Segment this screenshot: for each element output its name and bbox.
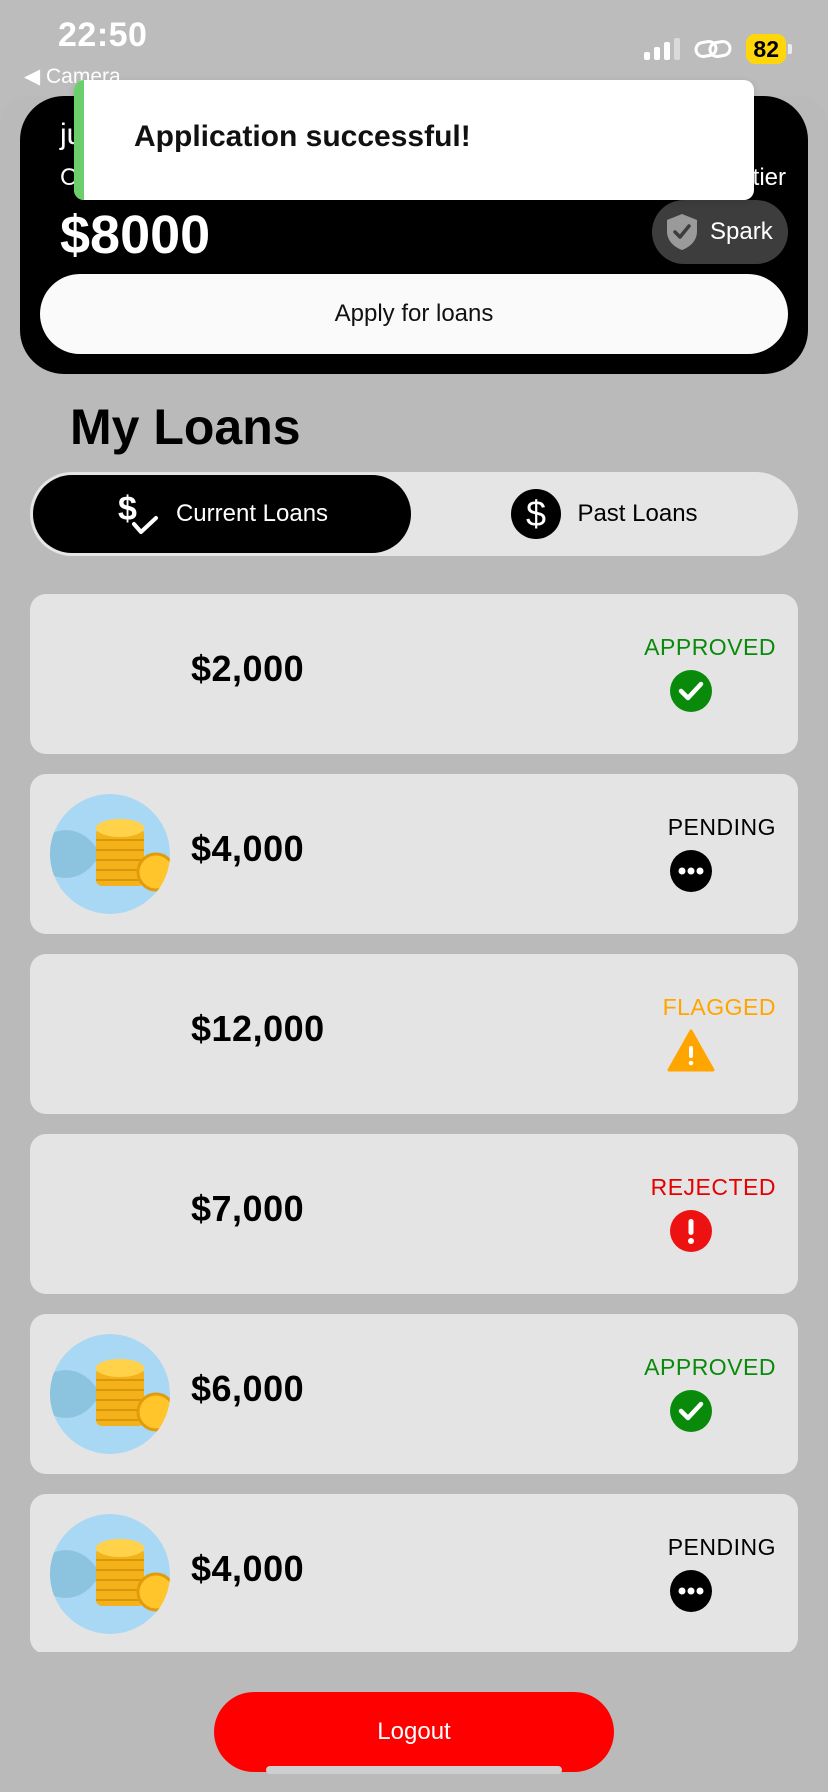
shield-check-icon bbox=[667, 214, 697, 250]
tier-name: Spark bbox=[710, 218, 773, 245]
loan-card[interactable]: $4,000 PENDING bbox=[30, 774, 798, 934]
page-title: My Loans bbox=[70, 399, 301, 455]
battery-icon: 82 bbox=[746, 34, 792, 64]
loan-amount: $4,000 bbox=[191, 828, 305, 869]
loan-tabs: $ Current Loans $ Past Loans bbox=[30, 472, 798, 556]
loan-list[interactable]: $2,000 APPROVED $4,000 PENDING $12,000 F… bbox=[30, 594, 798, 1652]
loan-card[interactable]: $2,000 APPROVED bbox=[30, 594, 798, 754]
loan-amount: $6,000 bbox=[191, 1368, 305, 1409]
loan-card[interactable]: $7,000 REJECTED bbox=[30, 1134, 798, 1294]
loan-status: PENDING bbox=[606, 1534, 776, 1613]
link-icon bbox=[694, 39, 732, 59]
success-toast: Application successful! bbox=[74, 80, 754, 200]
loan-status-text: APPROVED bbox=[644, 1354, 776, 1380]
signal-icon bbox=[644, 38, 681, 60]
loan-status: FLAGGED bbox=[606, 994, 776, 1073]
ellipsis-circle-icon bbox=[670, 1570, 712, 1612]
ellipsis-circle-icon bbox=[670, 850, 712, 892]
tab-current-loans-label: Current Loans bbox=[175, 500, 329, 527]
loan-status: PENDING bbox=[606, 814, 776, 893]
home-indicator bbox=[266, 1766, 562, 1774]
check-circle-icon bbox=[670, 1390, 712, 1432]
loan-amount: $12,000 bbox=[191, 1008, 325, 1049]
loan-status-text: PENDING bbox=[667, 1534, 776, 1560]
coins-image bbox=[50, 1334, 170, 1454]
battery-level: 82 bbox=[746, 34, 786, 64]
toast-accent-bar bbox=[74, 80, 84, 200]
credit-amount: $8000 bbox=[60, 205, 211, 265]
dollar-circle-icon: $ bbox=[511, 489, 562, 539]
loan-status-text: REJECTED bbox=[650, 1174, 776, 1200]
tier-label: tier bbox=[752, 164, 786, 191]
loan-status: APPROVED bbox=[606, 1354, 776, 1433]
check-circle-icon bbox=[670, 670, 712, 712]
loan-status-text: FLAGGED bbox=[662, 994, 776, 1020]
loan-status-text: PENDING bbox=[667, 814, 776, 840]
svg-text:$: $ bbox=[526, 495, 546, 533]
warning-triangle-icon bbox=[667, 1029, 715, 1072]
loan-status: APPROVED bbox=[606, 634, 776, 713]
status-time: 22:50 bbox=[58, 16, 148, 54]
coins-image bbox=[50, 794, 170, 914]
coins-image bbox=[50, 1514, 170, 1634]
tier-badge: Spark bbox=[652, 200, 788, 264]
loan-amount: $7,000 bbox=[191, 1188, 305, 1229]
loan-amount: $4,000 bbox=[191, 1548, 305, 1589]
dollar-check-icon: $ bbox=[118, 490, 158, 534]
exclamation-circle-icon bbox=[670, 1210, 712, 1252]
apply-for-loans-button[interactable]: Apply for loans bbox=[40, 274, 788, 354]
tab-current-loans[interactable]: $ Current Loans bbox=[33, 475, 411, 553]
tab-past-loans[interactable]: $ Past Loans bbox=[414, 475, 795, 553]
loan-card[interactable]: $6,000 APPROVED bbox=[30, 1314, 798, 1474]
loan-status-text: APPROVED bbox=[644, 634, 776, 660]
tab-past-loans-label: Past Loans bbox=[577, 500, 698, 527]
status-icons: 82 bbox=[644, 34, 792, 64]
logout-button[interactable]: Logout bbox=[214, 1692, 614, 1772]
loan-card[interactable]: $12,000 FLAGGED bbox=[30, 954, 798, 1114]
loan-card[interactable]: $4,000 PENDING bbox=[30, 1494, 798, 1652]
loan-amount: $2,000 bbox=[191, 648, 305, 689]
loan-status: REJECTED bbox=[606, 1174, 776, 1253]
toast-message: Application successful! bbox=[134, 120, 471, 153]
